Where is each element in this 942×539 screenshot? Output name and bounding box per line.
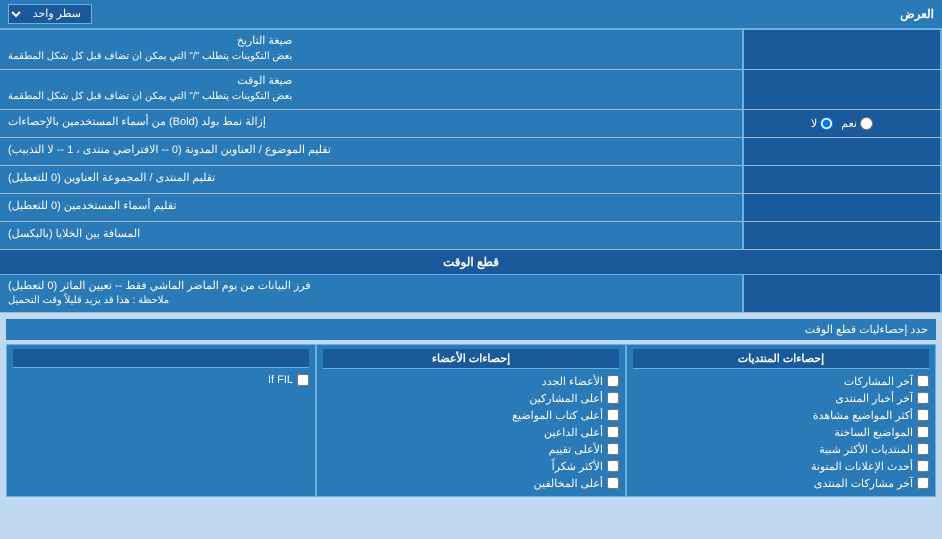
date-format-input-container: d-m xyxy=(742,30,942,69)
time-format-row: H:i صيغة الوقتبعض التكوينات يتطلب "/" ال… xyxy=(0,70,942,110)
extra-stats-column: If FIL xyxy=(6,344,316,497)
cell-spacing-input[interactable]: 2 xyxy=(748,229,936,241)
list-item: أعلى المشاركين xyxy=(323,390,619,407)
header-label: العرض xyxy=(900,7,934,21)
checkbox-last-forum-posts[interactable] xyxy=(917,477,929,489)
checkbox-most-viewed[interactable] xyxy=(917,409,929,421)
forum-titles-label: تقليم المنتدى / المجموعة العناوين (0 للت… xyxy=(0,166,742,193)
bold-remove-row: نعم لا إزالة نمط بولد (Bold) من أسماء ال… xyxy=(0,110,942,138)
forum-titles-input-container: 33 xyxy=(742,166,942,193)
time-cut-header: قطع الوقت xyxy=(0,250,942,275)
date-format-row: d-m صيغة التاريخبعض التكوينات يتطلب "/" … xyxy=(0,30,942,70)
list-item: المنتديات الأكثر شبية xyxy=(633,441,929,458)
checkbox-if-fil[interactable] xyxy=(297,374,309,386)
list-item: المواضيع الساخنة xyxy=(633,424,929,441)
list-item: أعلى المخالفين xyxy=(323,475,619,492)
radio-no[interactable] xyxy=(820,117,833,130)
time-format-input-container: H:i xyxy=(742,70,942,109)
list-item: أعلى كتاب المواضيع xyxy=(323,407,619,424)
topic-titles-row: 33 تقليم الموضوع / العناوين المدونة (0 -… xyxy=(0,138,942,166)
date-format-label: صيغة التاريخبعض التكوينات يتطلب "/" التي… xyxy=(0,30,742,69)
checkbox-top-inviters[interactable] xyxy=(607,426,619,438)
list-item: أحدث الإعلانات المنونة xyxy=(633,458,929,475)
radio-yes[interactable] xyxy=(860,117,873,130)
list-item: الأكثر شكراً xyxy=(323,458,619,475)
time-format-label: صيغة الوقتبعض التكوينات يتطلب "/" التي ي… xyxy=(0,70,742,109)
checkboxes-section: حدد إحصاءليات قطع الوقت إحصاءات المنتديا… xyxy=(0,313,942,503)
topic-titles-input[interactable]: 33 xyxy=(748,145,936,157)
checkbox-most-similar[interactable] xyxy=(917,443,929,455)
cell-spacing-input-container: 2 xyxy=(742,222,942,249)
forum-stats-header: إحصاءات المنتديات xyxy=(633,349,929,369)
header-row: العرض سطر واحد سطرين ثلاثة أسطر xyxy=(0,0,942,30)
topic-titles-input-container: 33 xyxy=(742,138,942,165)
bold-remove-label: إزالة نمط بولد (Bold) من أسماء المستخدمي… xyxy=(0,110,742,137)
member-stats-column: إحصاءات الأعضاء الأعضاء الجدد أعلى المشا… xyxy=(316,344,626,497)
forum-stats-column: إحصاءات المنتديات آخر المشاركات آخر أخبا… xyxy=(626,344,936,497)
list-item: الأعلى تقييم xyxy=(323,441,619,458)
list-item: أعلى الداعين xyxy=(323,424,619,441)
checkbox-latest-announcements[interactable] xyxy=(917,460,929,472)
extra-stats-header xyxy=(13,349,309,368)
cell-spacing-row: 2 المسافة بين الخلايا (بالبكسل) xyxy=(0,222,942,250)
checkbox-top-violators[interactable] xyxy=(607,477,619,489)
time-format-input[interactable]: H:i xyxy=(748,83,936,95)
list-item: آخر المشاركات xyxy=(633,373,929,390)
checkbox-hot-topics[interactable] xyxy=(917,426,929,438)
list-item: الأعضاء الجدد xyxy=(323,373,619,390)
member-stats-header: إحصاءات الأعضاء xyxy=(323,349,619,369)
checkbox-top-posters[interactable] xyxy=(607,392,619,404)
bold-remove-radio-container: نعم لا xyxy=(742,110,942,137)
usernames-input-container: 0 xyxy=(742,194,942,221)
list-item: آخر مشاركات المنتدى xyxy=(633,475,929,492)
checkbox-last-news[interactable] xyxy=(917,392,929,404)
cell-spacing-label: المسافة بين الخلايا (بالبكسل) xyxy=(0,222,742,249)
time-cut-input-container: 0 xyxy=(742,275,942,312)
bold-radio-group: نعم لا xyxy=(803,113,881,134)
usernames-label: تقليم أسماء المستخدمين (0 للتعطيل) xyxy=(0,194,742,221)
usernames-row: 0 تقليم أسماء المستخدمين (0 للتعطيل) xyxy=(0,194,942,222)
date-format-input[interactable]: d-m xyxy=(748,43,936,55)
forum-titles-input[interactable]: 33 xyxy=(748,173,936,185)
radio-no-label[interactable]: لا xyxy=(811,117,833,130)
checkbox-new-members[interactable] xyxy=(607,375,619,387)
list-item: If FIL xyxy=(13,372,309,388)
topic-titles-label: تقليم الموضوع / العناوين المدونة (0 -- ا… xyxy=(0,138,742,165)
checkbox-last-posts[interactable] xyxy=(917,375,929,387)
view-dropdown[interactable]: سطر واحد سطرين ثلاثة أسطر xyxy=(8,4,92,24)
checkboxes-grid: إحصاءات المنتديات آخر المشاركات آخر أخبا… xyxy=(6,344,936,497)
time-cut-label: فرز البيانات من يوم الماضر الماشي فقط --… xyxy=(0,275,742,312)
list-item: أكثر المواضيع مشاهدة xyxy=(633,407,929,424)
checkbox-most-thanked[interactable] xyxy=(607,460,619,472)
checkbox-top-topic-writers[interactable] xyxy=(607,409,619,421)
radio-yes-label[interactable]: نعم xyxy=(841,117,873,130)
time-limit-label: حدد إحصاءليات قطع الوقت xyxy=(6,319,936,340)
checkbox-top-rated[interactable] xyxy=(607,443,619,455)
list-item: آخر أخبار المنتدى xyxy=(633,390,929,407)
time-cut-input[interactable]: 0 xyxy=(748,287,936,299)
forum-titles-row: 33 تقليم المنتدى / المجموعة العناوين (0 … xyxy=(0,166,942,194)
usernames-input[interactable]: 0 xyxy=(748,201,936,213)
time-cut-row: 0 فرز البيانات من يوم الماضر الماشي فقط … xyxy=(0,275,942,313)
